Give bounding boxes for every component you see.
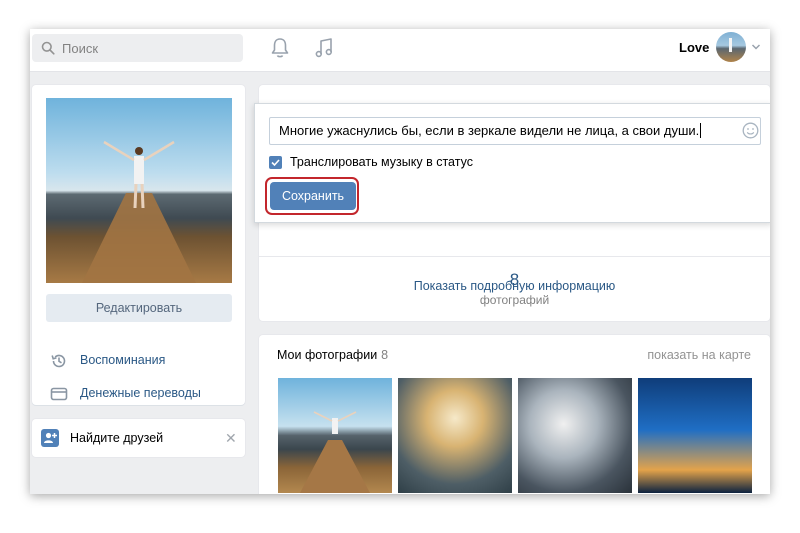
- photos-count-label[interactable]: фотографий: [259, 293, 770, 307]
- edit-profile-button[interactable]: Редактировать: [46, 294, 232, 322]
- photos-title-count: 8: [381, 348, 389, 362]
- save-button[interactable]: Сохранить: [270, 182, 356, 210]
- find-friends-label: Найдите друзей: [70, 431, 164, 445]
- close-icon[interactable]: ✕: [225, 430, 237, 447]
- profile-photo-card: Редактировать Воспоминания Денежные пере…: [32, 85, 245, 405]
- menu-item-label: Денежные переводы: [80, 386, 201, 400]
- broadcast-music-checkbox[interactable]: [269, 156, 282, 169]
- photo-thumbnail[interactable]: [278, 378, 392, 493]
- search-icon: [41, 41, 55, 55]
- find-friends-card[interactable]: Найдите друзей ✕: [32, 419, 245, 457]
- card-transfer-icon: [50, 387, 68, 401]
- divider: [259, 256, 770, 257]
- text-caret: [700, 123, 702, 138]
- add-friend-icon: [41, 429, 59, 447]
- top-header: Поиск Love: [30, 29, 770, 72]
- broadcast-music-label[interactable]: Транслировать музыку в статус: [290, 155, 473, 169]
- photo-thumbnail[interactable]: [518, 378, 632, 493]
- checkmark-icon: [271, 159, 280, 167]
- my-photos-card: Мои фотографии 8 показать на карте: [259, 335, 770, 494]
- status-input[interactable]: Многие ужаснулись бы, если в зеркале вид…: [269, 117, 761, 145]
- app-window: Поиск Love Редактировать Воспоминания Де…: [30, 29, 770, 494]
- status-text-value: Многие ужаснулись бы, если в зеркале вид…: [279, 123, 700, 138]
- history-icon: [51, 354, 66, 368]
- chevron-down-icon[interactable]: [751, 43, 761, 51]
- photo-thumbnail-illustration: [300, 411, 370, 493]
- bell-icon[interactable]: [270, 37, 290, 59]
- menu-item-label: Воспоминания: [80, 353, 166, 367]
- search-input[interactable]: Поиск: [62, 41, 98, 56]
- photos-title-text: Мои фотографии: [277, 348, 378, 362]
- status-edit-popup: Многие ужаснулись бы, если в зеркале вид…: [254, 103, 770, 223]
- profile-photo-illustration: [82, 140, 196, 283]
- photos-count-number[interactable]: 8: [259, 270, 770, 290]
- user-name[interactable]: Love: [679, 40, 709, 55]
- search-box[interactable]: Поиск: [32, 34, 243, 62]
- status-text[interactable]: Многие ужаснулись бы, если в зеркале вид…: [279, 123, 702, 138]
- photos-title[interactable]: Мои фотографии 8: [277, 348, 388, 362]
- emoji-icon[interactable]: [742, 122, 759, 139]
- show-on-map-link[interactable]: показать на карте: [647, 348, 751, 362]
- music-note-icon[interactable]: [314, 37, 334, 59]
- photo-thumbnail[interactable]: [398, 378, 512, 493]
- profile-photo[interactable]: [46, 98, 232, 283]
- avatar[interactable]: [716, 32, 746, 62]
- photo-thumbnail[interactable]: [638, 378, 752, 493]
